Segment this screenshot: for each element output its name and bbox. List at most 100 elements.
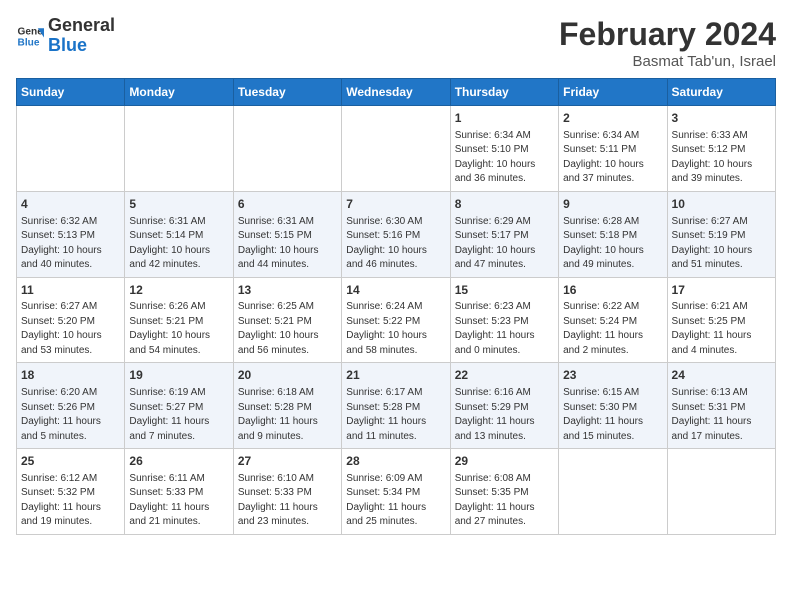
day-number: 19 [129,367,228,384]
calendar-cell [17,106,125,192]
day-info: Sunrise: 6:32 AM Sunset: 5:13 PM Dayligh… [21,215,120,273]
day-info: Sunrise: 6:10 AM Sunset: 5:33 PM Dayligh… [238,472,337,530]
calendar-cell: 29Sunrise: 6:08 AM Sunset: 5:35 PM Dayli… [450,449,558,535]
calendar-cell: 13Sunrise: 6:25 AM Sunset: 5:21 PM Dayli… [233,277,341,363]
logo: General Blue General Blue [16,16,115,56]
day-number: 24 [672,367,771,384]
calendar-cell: 9 Sunrise: 6:28 AM Sunset: 5:18 PM Daylig… [559,191,667,277]
weekday-header-saturday: Saturday [667,79,775,106]
day-info: Sunrise: 6:12 AM Sunset: 5:32 PM Dayligh… [21,472,120,530]
logo-text: General Blue [48,16,115,56]
logo-icon: General Blue [16,22,44,50]
day-info: Sunrise: 6:33 AM Sunset: 5:12 PM Dayligh… [672,129,771,187]
weekday-header-wednesday: Wednesday [342,79,450,106]
day-info: Sunrise: 6:09 AM Sunset: 5:34 PM Dayligh… [346,472,445,530]
day-number: 7 [346,196,445,213]
day-number: 17 [672,282,771,299]
day-number: 23 [563,367,662,384]
day-number: 28 [346,453,445,470]
calendar-cell [125,106,233,192]
day-number: 10 [672,196,771,213]
day-info: Sunrise: 6:31 AM Sunset: 5:15 PM Dayligh… [238,215,337,273]
day-number: 29 [455,453,554,470]
day-number: 27 [238,453,337,470]
calendar-cell: 5 Sunrise: 6:31 AM Sunset: 5:14 PM Daylig… [125,191,233,277]
day-info: Sunrise: 6:22 AM Sunset: 5:24 PM Dayligh… [563,300,662,358]
weekday-header-sunday: Sunday [17,79,125,106]
day-info: Sunrise: 6:27 AM Sunset: 5:19 PM Dayligh… [672,215,771,273]
calendar-cell [342,106,450,192]
day-info: Sunrise: 6:29 AM Sunset: 5:17 PM Dayligh… [455,215,554,273]
calendar-cell: 17Sunrise: 6:21 AM Sunset: 5:25 PM Dayli… [667,277,775,363]
calendar-cell: 23 Sunrise: 6:15 AM Sunset: 5:30 PM Dayli… [559,363,667,449]
day-number: 22 [455,367,554,384]
day-number: 3 [672,110,771,127]
weekday-header-tuesday: Tuesday [233,79,341,106]
calendar-cell: 26 Sunrise: 6:11 AM Sunset: 5:33 PM Dayli… [125,449,233,535]
day-info: Sunrise: 6:15 AM Sunset: 5:30 PM Dayligh… [563,386,662,444]
calendar-cell: 27 Sunrise: 6:10 AM Sunset: 5:33 PM Dayli… [233,449,341,535]
calendar-cell: 11Sunrise: 6:27 AM Sunset: 5:20 PM Dayli… [17,277,125,363]
day-info: Sunrise: 6:28 AM Sunset: 5:18 PM Dayligh… [563,215,662,273]
calendar-cell: 25 Sunrise: 6:12 AM Sunset: 5:32 PM Dayli… [17,449,125,535]
day-info: Sunrise: 6:31 AM Sunset: 5:14 PM Dayligh… [129,215,228,273]
calendar-cell: 12Sunrise: 6:26 AM Sunset: 5:21 PM Dayli… [125,277,233,363]
day-number: 26 [129,453,228,470]
weekday-header-thursday: Thursday [450,79,558,106]
day-info: Sunrise: 6:19 AM Sunset: 5:27 PM Dayligh… [129,386,228,444]
day-number: 5 [129,196,228,213]
day-number: 25 [21,453,120,470]
day-number: 14 [346,282,445,299]
calendar-week-4: 18 Sunrise: 6:20 AM Sunset: 5:26 PM Dayli… [17,363,776,449]
calendar-cell [667,449,775,535]
calendar-cell: 4Sunrise: 6:32 AM Sunset: 5:13 PM Daylig… [17,191,125,277]
calendar-cell: 6 Sunrise: 6:31 AM Sunset: 5:15 PM Daylig… [233,191,341,277]
day-info: Sunrise: 6:34 AM Sunset: 5:11 PM Dayligh… [563,129,662,187]
calendar-cell: 24 Sunrise: 6:13 AM Sunset: 5:31 PM Dayli… [667,363,775,449]
calendar-cell: 20 Sunrise: 6:18 AM Sunset: 5:28 PM Dayli… [233,363,341,449]
sub-title: Basmat Tab'un, Israel [559,53,776,70]
main-title: February 2024 [559,16,776,53]
day-info: Sunrise: 6:30 AM Sunset: 5:16 PM Dayligh… [346,215,445,273]
day-info: Sunrise: 6:11 AM Sunset: 5:33 PM Dayligh… [129,472,228,530]
day-number: 6 [238,196,337,213]
weekday-header-monday: Monday [125,79,233,106]
calendar-cell: 19 Sunrise: 6:19 AM Sunset: 5:27 PM Dayli… [125,363,233,449]
calendar-table: SundayMondayTuesdayWednesdayThursdayFrid… [16,78,776,535]
calendar-body: 1Sunrise: 6:34 AM Sunset: 5:10 PM Daylig… [17,106,776,535]
svg-text:Blue: Blue [18,37,40,48]
day-info: Sunrise: 6:21 AM Sunset: 5:25 PM Dayligh… [672,300,771,358]
day-number: 21 [346,367,445,384]
day-info: Sunrise: 6:24 AM Sunset: 5:22 PM Dayligh… [346,300,445,358]
day-number: 13 [238,282,337,299]
day-number: 20 [238,367,337,384]
day-info: Sunrise: 6:27 AM Sunset: 5:20 PM Dayligh… [21,300,120,358]
day-info: Sunrise: 6:13 AM Sunset: 5:31 PM Dayligh… [672,386,771,444]
day-number: 2 [563,110,662,127]
page-header: General Blue General Blue February 2024 … [16,16,776,70]
day-info: Sunrise: 6:23 AM Sunset: 5:23 PM Dayligh… [455,300,554,358]
calendar-cell: 1Sunrise: 6:34 AM Sunset: 5:10 PM Daylig… [450,106,558,192]
weekday-header-friday: Friday [559,79,667,106]
calendar-week-5: 25 Sunrise: 6:12 AM Sunset: 5:32 PM Dayli… [17,449,776,535]
day-number: 15 [455,282,554,299]
day-info: Sunrise: 6:25 AM Sunset: 5:21 PM Dayligh… [238,300,337,358]
title-block: February 2024 Basmat Tab'un, Israel [559,16,776,70]
calendar-week-1: 1Sunrise: 6:34 AM Sunset: 5:10 PM Daylig… [17,106,776,192]
day-number: 12 [129,282,228,299]
day-number: 18 [21,367,120,384]
day-info: Sunrise: 6:17 AM Sunset: 5:28 PM Dayligh… [346,386,445,444]
calendar-cell [559,449,667,535]
weekday-header-row: SundayMondayTuesdayWednesdayThursdayFrid… [17,79,776,106]
svg-text:General: General [18,26,44,37]
day-info: Sunrise: 6:20 AM Sunset: 5:26 PM Dayligh… [21,386,120,444]
day-number: 16 [563,282,662,299]
day-number: 9 [563,196,662,213]
calendar-cell: 7 Sunrise: 6:30 AM Sunset: 5:16 PM Daylig… [342,191,450,277]
day-info: Sunrise: 6:26 AM Sunset: 5:21 PM Dayligh… [129,300,228,358]
day-info: Sunrise: 6:16 AM Sunset: 5:29 PM Dayligh… [455,386,554,444]
calendar-cell: 14Sunrise: 6:24 AM Sunset: 5:22 PM Dayli… [342,277,450,363]
calendar-week-2: 4Sunrise: 6:32 AM Sunset: 5:13 PM Daylig… [17,191,776,277]
calendar-week-3: 11Sunrise: 6:27 AM Sunset: 5:20 PM Dayli… [17,277,776,363]
day-info: Sunrise: 6:18 AM Sunset: 5:28 PM Dayligh… [238,386,337,444]
